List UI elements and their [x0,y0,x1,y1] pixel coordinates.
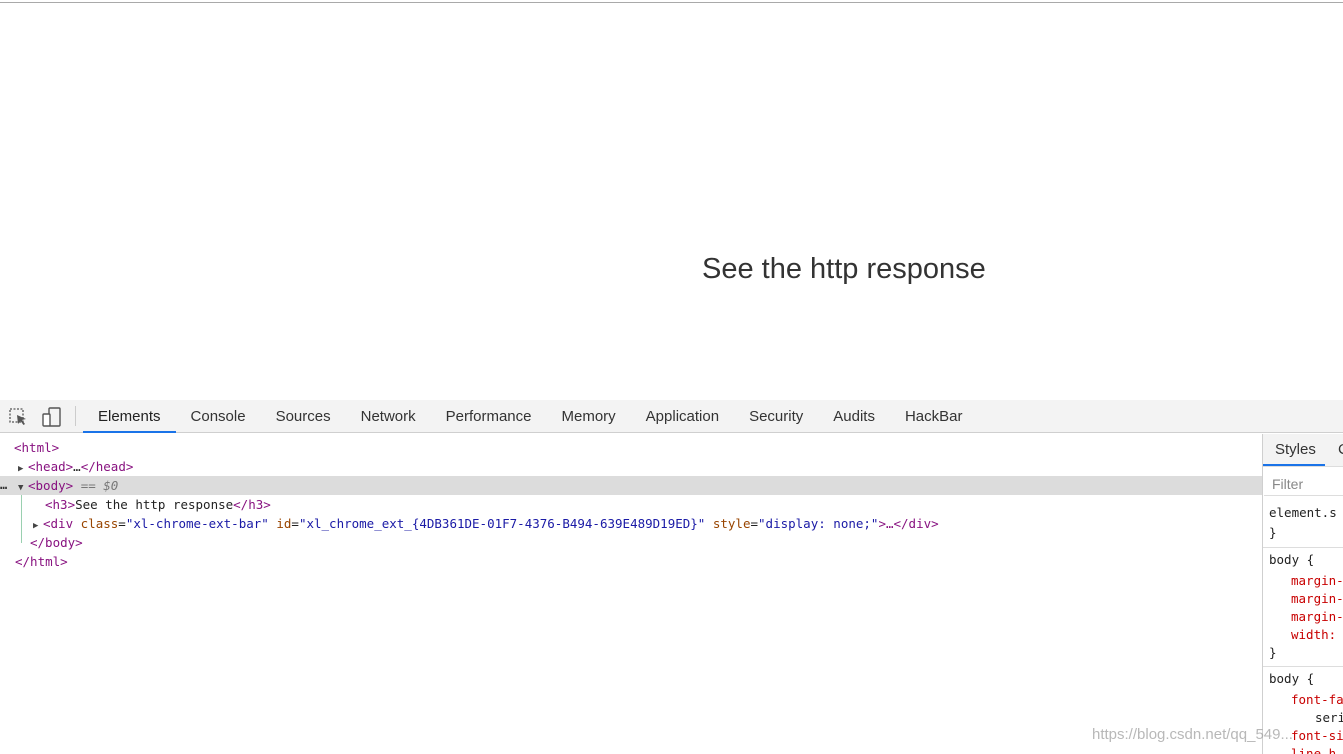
dom-node-body-selected[interactable]: … ▼ <body> == $0 [0,476,1280,495]
tab-console[interactable]: Console [176,400,261,433]
tab-network[interactable]: Network [346,400,431,433]
element-picker-icon[interactable] [8,406,30,428]
dom-node-head[interactable]: ▶ <head>…</head> [0,457,1280,476]
dom-node-html-close[interactable]: </html> [0,552,1277,571]
rule-separator [1263,547,1343,548]
tab-audits[interactable]: Audits [818,400,890,433]
tab-elements[interactable]: Elements [83,400,176,433]
watermark: https://blog.csdn.net/qq_549... [1092,726,1293,743]
rule-separator [1263,666,1343,667]
styles-pane: Styles C Filter element.s } body { margi… [1262,434,1343,754]
tab-hackbar[interactable]: HackBar [890,400,978,433]
device-toggle-icon[interactable] [40,406,62,428]
rule-close-brace: } [1269,525,1277,540]
styles-filter-input[interactable]: Filter [1264,472,1343,496]
devtools-toolbar: Elements Console Sources Network Perform… [0,400,1343,433]
element-style-selector: element.s [1269,505,1337,520]
page-heading: See the http response [702,253,986,285]
css-value: seri [1315,710,1343,725]
tab-computed[interactable]: C [1338,434,1343,466]
css-property[interactable]: font-si [1291,727,1343,745]
css-property[interactable]: width: [1291,626,1336,644]
tab-security[interactable]: Security [734,400,818,433]
toolbar-separator [75,406,76,426]
dom-node-div[interactable]: ▶ <div class="xl-chrome-ext-bar" id="xl_c… [0,514,1295,533]
css-property[interactable]: font-fa [1291,691,1343,709]
more-options-icon[interactable]: … [0,476,7,495]
devtools-panel: Elements Console Sources Network Perform… [0,400,1343,754]
css-property[interactable]: margin- [1291,590,1343,608]
styles-pane-tabs: Styles C [1263,434,1343,467]
rule-selector-body: body { [1269,552,1315,567]
rule-close-brace: } [1269,645,1277,660]
dom-node-body-close[interactable]: </body> [0,533,1292,552]
rule-selector-body: body { [1269,671,1315,686]
devtools-tabs: Elements Console Sources Network Perform… [83,400,977,433]
tab-performance[interactable]: Performance [431,400,547,433]
tab-application[interactable]: Application [631,400,734,433]
tab-memory[interactable]: Memory [547,400,631,433]
tab-sources[interactable]: Sources [261,400,346,433]
tab-styles[interactable]: Styles [1263,434,1325,466]
css-property[interactable]: line-h [1291,745,1336,754]
elements-dom-tree: <html> ▶ <head>…</head> … ▼ <body> == $0 <… [0,434,1280,754]
page-viewport: See the http response [0,3,1343,400]
dom-node-h3[interactable]: <h3>See the http response</h3> [0,495,1307,514]
dom-node-html-open[interactable]: <html> [0,438,1276,457]
css-property[interactable]: margin- [1291,572,1343,590]
css-property[interactable]: margin- [1291,608,1343,626]
